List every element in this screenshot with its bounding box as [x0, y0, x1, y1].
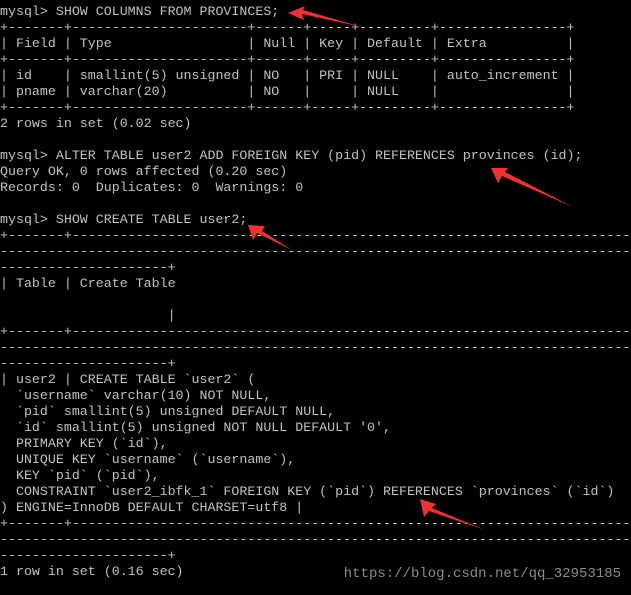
table-border-line: ---------------------+: [0, 548, 176, 563]
command-line: mysql> SHOW COLUMNS FROM PROVINCES;: [0, 4, 280, 19]
table-border-line: +-------+----------------------+------+-…: [0, 20, 575, 35]
output-line: Query OK, 0 rows affected (0.20 sec): [0, 164, 288, 179]
table-border-line: ----------------------------------------…: [0, 340, 631, 355]
table-border-line: +-------+-------------------------------…: [0, 228, 631, 243]
output-line: KEY `pid` (`pid`),: [0, 468, 160, 483]
table-border-line: +-------+----------------------+------+-…: [0, 52, 575, 67]
table-border-line: +-------+-------------------------------…: [0, 516, 631, 531]
output-line: CONSTRAINT `user2_ibfk_1` FOREIGN KEY (`…: [0, 484, 615, 499]
output-line: | Field | Type | Null | Key | Default | …: [0, 36, 575, 51]
table-border-line: ---------------------+: [0, 260, 176, 275]
output-line: `username` varchar(10) NOT NULL,: [0, 388, 272, 403]
table-border-line: ----------------------------------------…: [0, 532, 631, 547]
table-border-line: ---------------------+: [0, 356, 176, 371]
output-line: `pid` smallint(5) unsigned DEFAULT NULL,: [0, 404, 336, 419]
table-border-line: ----------------------------------------…: [0, 244, 631, 259]
output-line: PRIMARY KEY (`id`),: [0, 436, 168, 451]
command-line: mysql> ALTER TABLE user2 ADD FOREIGN KEY…: [0, 148, 583, 163]
output-line: | user2 | CREATE TABLE `user2` (: [0, 372, 256, 387]
output-line: 2 rows in set (0.02 sec): [0, 116, 192, 131]
output-line: | id | smallint(5) unsigned | NO | PRI |…: [0, 68, 575, 83]
watermark-url: https://blog.csdn.net/qq_32953185: [343, 566, 621, 582]
output-line: ) ENGINE=InnoDB DEFAULT CHARSET=utf8 |: [0, 500, 304, 515]
table-border-line: +-------+----------------------+------+-…: [0, 100, 575, 115]
output-line: UNIQUE KEY `username` (`username`),: [0, 452, 296, 467]
table-border-line: +-------+-------------------------------…: [0, 324, 631, 339]
output-line: | Table | Create Table: [0, 276, 176, 291]
terminal-output: mysql> SHOW COLUMNS FROM PROVINCES; +----…: [0, 4, 631, 580]
command-line: mysql> SHOW CREATE TABLE user2;: [0, 212, 248, 227]
output-line: | pname | varchar(20) | NO | | NULL | |: [0, 84, 575, 99]
output-line: `id` smallint(5) unsigned NOT NULL DEFAU…: [0, 420, 391, 435]
output-line: Records: 0 Duplicates: 0 Warnings: 0: [0, 180, 304, 195]
output-line: |: [0, 308, 176, 323]
